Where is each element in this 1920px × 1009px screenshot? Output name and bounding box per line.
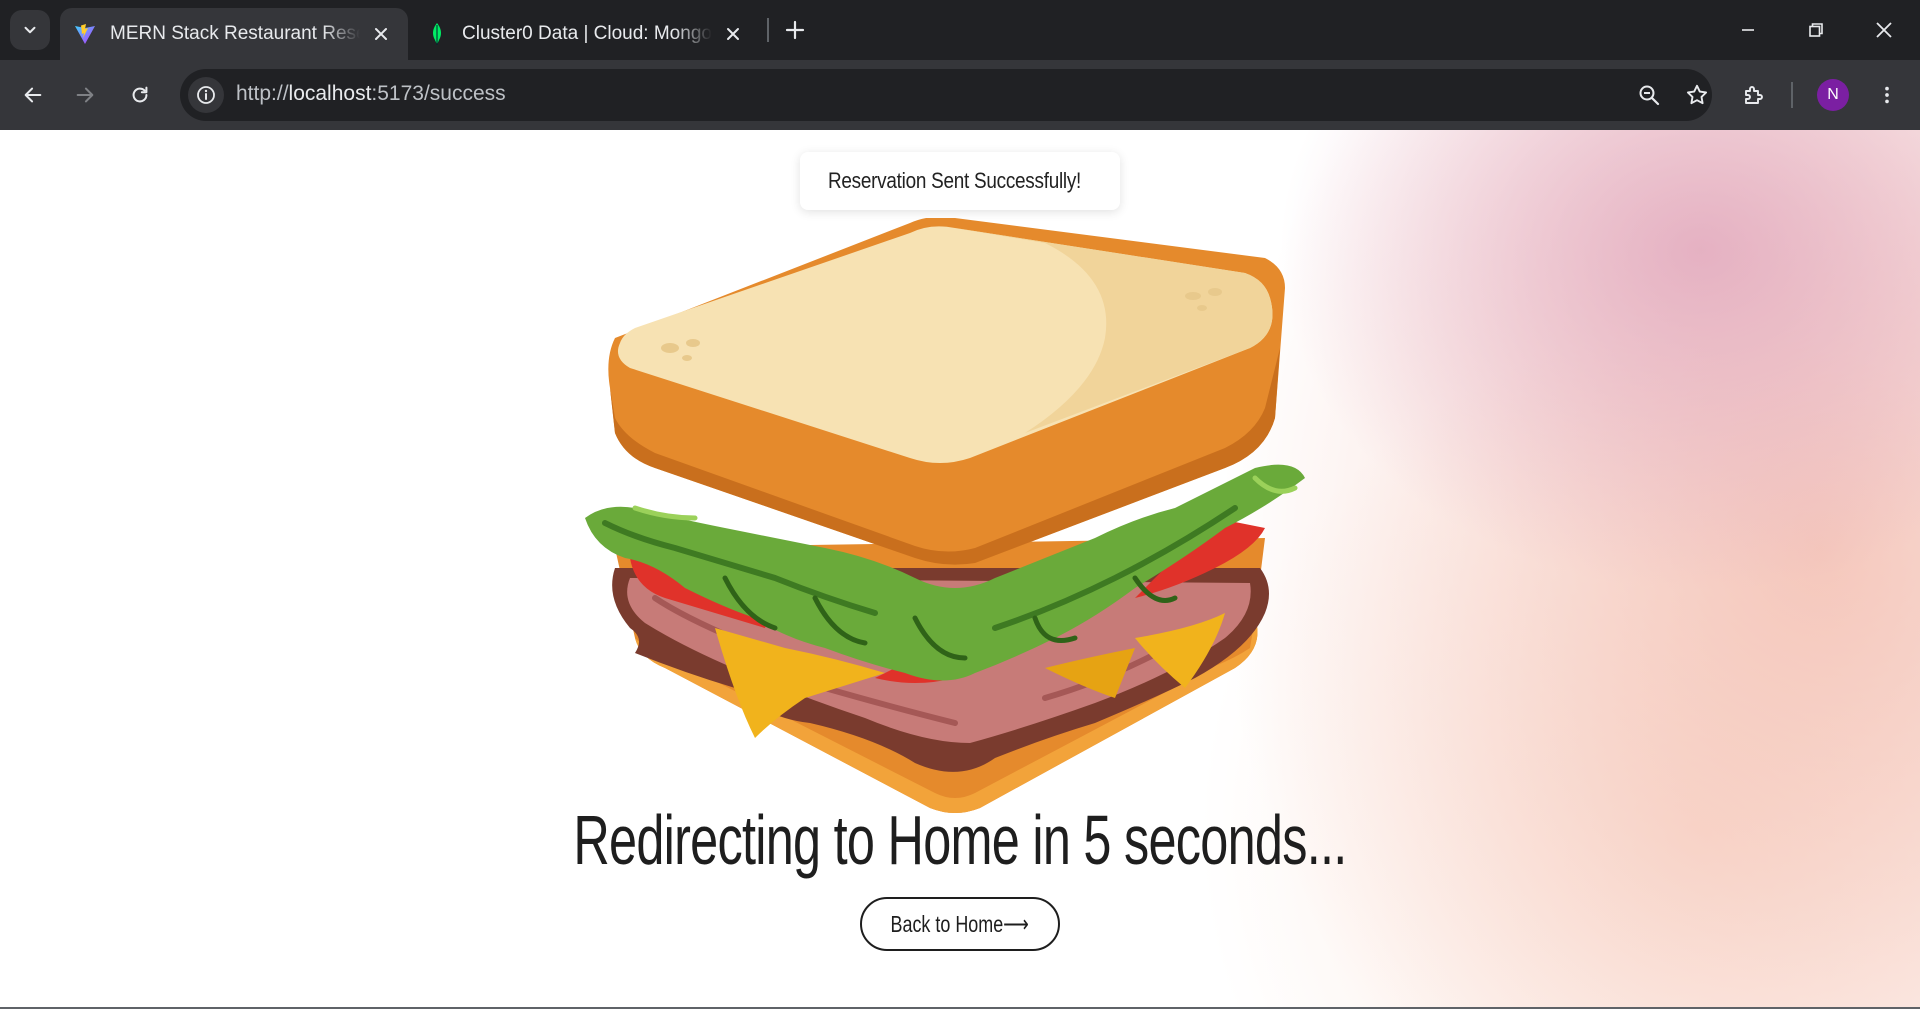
profile-avatar[interactable]: N [1817, 79, 1849, 111]
zoom-icon [1639, 85, 1660, 106]
back-to-home-label: Back to Home⟶ [890, 910, 1030, 937]
browser-toolbar: http://localhost:5173/success N [0, 60, 1920, 130]
chevron-down-icon [24, 26, 36, 34]
tab-mern-reservation[interactable]: MERN Stack Restaurant Reservation [60, 8, 408, 60]
site-info-icon [197, 86, 215, 104]
more-menu-icon [1885, 86, 1889, 104]
toast-message: Reservation Sent Successfully! [828, 168, 1082, 193]
back-to-home-button[interactable]: Back to Home⟶ [860, 897, 1060, 951]
tab-title: Cluster0 Data | Cloud: MongoDB Cloud [462, 23, 712, 44]
minimize-icon [1742, 29, 1754, 31]
close-icon[interactable] [720, 21, 746, 47]
reload-icon [132, 86, 148, 103]
close-window-icon [1876, 22, 1892, 38]
tab-mongodb-cluster[interactable]: Cluster0 Data | Cloud: MongoDB Cloud [412, 8, 762, 60]
address-bar[interactable]: http://localhost:5173/success [180, 69, 1712, 121]
bookmark-star-icon [1686, 84, 1708, 105]
sandwich-illustration [585, 218, 1305, 813]
extensions-icon [1745, 86, 1763, 104]
url-path: :5173/success [371, 82, 506, 105]
minimize-button[interactable] [1714, 0, 1782, 60]
success-toast: Reservation Sent Successfully! [800, 152, 1120, 210]
plus-icon [785, 20, 805, 40]
tab-title: MERN Stack Restaurant Reservation [110, 23, 360, 44]
url-host: localhost [288, 82, 372, 105]
back-button[interactable] [12, 74, 54, 116]
toolbar-separator [1791, 82, 1793, 108]
close-icon[interactable] [368, 21, 394, 47]
forward-button[interactable] [64, 74, 106, 116]
mongodb-favicon [424, 21, 450, 47]
tab-strip: MERN Stack Restaurant Reservation Cluste… [0, 0, 1920, 60]
vite-favicon [72, 21, 98, 47]
extensions-button[interactable] [1733, 74, 1775, 116]
url-scheme: http:// [236, 82, 289, 105]
bookmark-button[interactable] [1676, 74, 1718, 116]
more-menu-button[interactable] [1866, 74, 1908, 116]
forward-arrow-icon [76, 87, 94, 103]
zoom-button[interactable] [1628, 74, 1670, 116]
tab-separator [767, 18, 769, 42]
close-window-button[interactable] [1850, 0, 1918, 60]
redirect-heading: Redirecting to Home in 5 seconds... [0, 800, 1920, 880]
restore-button[interactable] [1782, 0, 1850, 60]
reload-button[interactable] [119, 74, 161, 116]
redirect-heading-text: Redirecting to Home in 5 seconds... [573, 801, 1347, 879]
tab-search-button[interactable] [10, 10, 50, 50]
new-tab-button[interactable] [777, 10, 813, 50]
page-viewport: Reservation Sent Successfully! Redirecti… [0, 130, 1920, 1009]
restore-icon [1809, 23, 1823, 37]
back-arrow-icon [24, 87, 42, 103]
site-info-button[interactable] [188, 77, 224, 113]
url-text[interactable]: http://localhost:5173/success [236, 82, 506, 106]
